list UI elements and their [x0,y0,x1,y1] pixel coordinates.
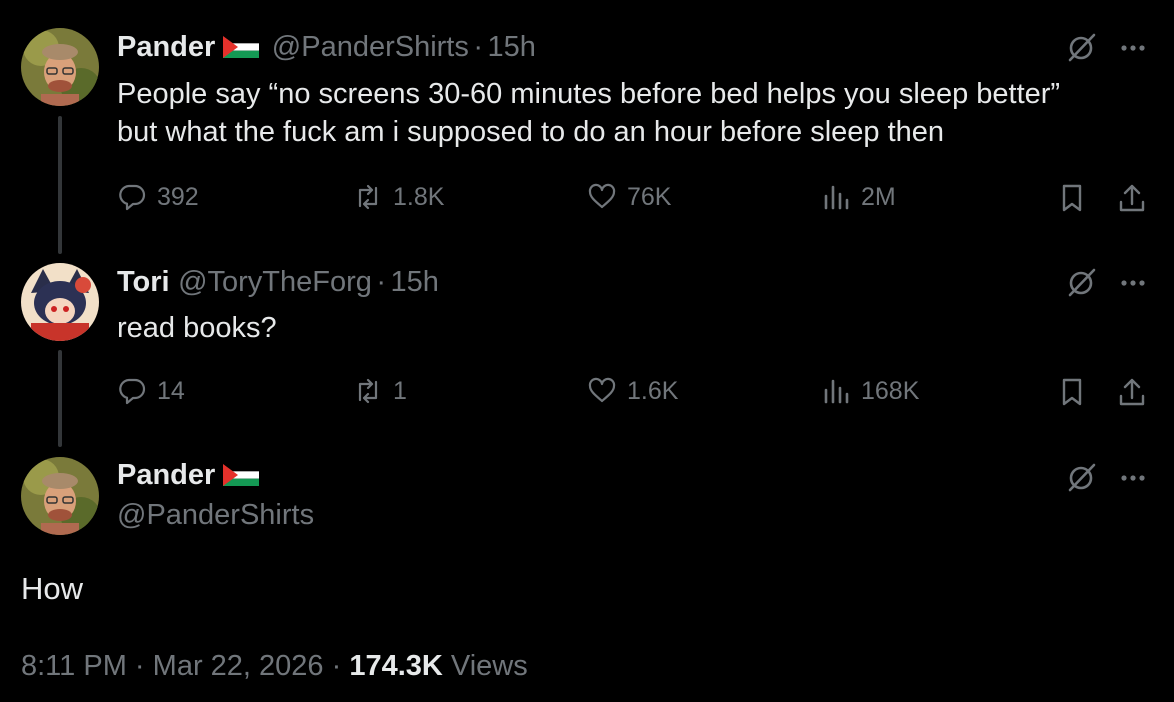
tweet1-header: Pander @PanderShirts · 15h [117,31,536,64]
avatar-pander[interactable] [21,28,99,106]
tweet2-header: Tori @ToryTheForg · 15h [117,266,439,299]
like-button[interactable]: 76K [587,182,671,212]
reply-button[interactable]: 14 [117,376,185,406]
view-count: 168K [861,376,920,405]
tweet1-text: People say “no screens 30-60 minutes bef… [117,75,1060,151]
author-handle[interactable]: @PanderShirts [272,31,469,63]
author-handle[interactable]: @ToryTheForg [178,266,372,298]
author-handle[interactable]: @PanderShirts [117,499,314,532]
author-name[interactable]: Tori [117,266,170,298]
reply-button[interactable]: 392 [117,182,199,212]
tweet3-text: How [21,571,84,606]
grok-icon[interactable] [1066,266,1098,303]
author-name[interactable]: Pander [117,31,215,63]
tweet-text-line: but what the fuck am i supposed to do an… [117,116,945,148]
heart-icon [588,183,616,209]
share-icon[interactable] [1116,182,1148,219]
post-date[interactable]: Mar 22, 2026 [153,650,324,682]
share-icon[interactable] [1116,376,1148,413]
view-count: 2M [861,182,896,211]
views-button[interactable]: 2M [821,182,896,212]
palestine-flag-icon [223,36,260,58]
views-icon [824,379,849,404]
separator: · [134,650,145,682]
separator: · [331,650,342,682]
avatar-tori[interactable] [21,263,99,341]
timestamp[interactable]: 15h [487,31,535,63]
repost-button[interactable]: 1 [353,376,407,406]
heart-icon [588,377,616,403]
repost-count: 1.8K [393,182,445,211]
author-name[interactable]: Pander [117,459,215,491]
more-icon[interactable] [1117,461,1149,498]
thread-line [58,350,62,447]
views-button[interactable]: 168K [821,376,919,406]
more-icon[interactable] [1117,266,1149,303]
avatar-pander[interactable] [21,457,99,535]
tweet-meta: 8:11 PM · Mar 22, 2026 · 174.3K Views [21,650,528,683]
views-total: 174.3K [349,650,443,682]
repost-button[interactable]: 1.8K [353,182,444,212]
separator: · [473,31,483,63]
thread-line [58,116,62,254]
reply-icon [119,378,146,405]
tweet-text-line: People say “no screens 30-60 minutes bef… [117,78,1061,110]
reply-count: 392 [157,182,199,211]
reply-count: 14 [157,376,185,405]
grok-icon[interactable] [1066,31,1098,68]
separator: · [376,266,387,298]
repost-count: 1 [393,376,407,405]
reply-icon [119,184,146,211]
repost-icon [358,184,378,210]
tweet3-header: Pander [117,459,260,492]
palestine-flag-icon [223,464,260,486]
bookmark-icon[interactable] [1056,376,1088,413]
views-label: Views [450,650,528,682]
like-count: 76K [627,182,672,211]
tweet2-text: read books? [117,312,277,344]
timestamp[interactable]: 15h [390,266,438,298]
like-count: 1.6K [627,376,679,405]
repost-icon [358,378,378,404]
post-time[interactable]: 8:11 PM [21,650,127,682]
views-icon [824,185,849,210]
more-icon[interactable] [1117,31,1149,68]
like-button[interactable]: 1.6K [587,376,678,406]
bookmark-icon[interactable] [1056,182,1088,219]
grok-icon[interactable] [1066,461,1098,498]
